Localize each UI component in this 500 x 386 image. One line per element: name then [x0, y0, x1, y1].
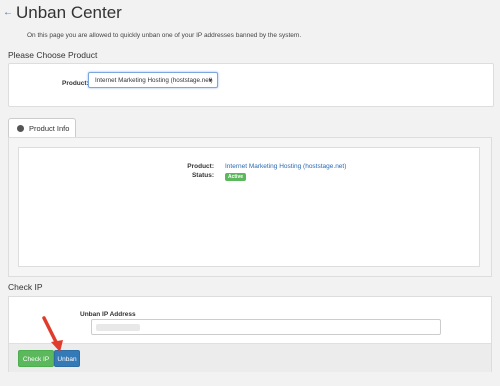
product-select-value: Internet Marketing Hosting (hoststage.ne… — [95, 77, 213, 84]
tab-product-info[interactable]: Product Info — [8, 118, 76, 138]
product-info-tab-content: Product: Internet Marketing Hosting (hos… — [8, 137, 492, 277]
info-status-label: Status: — [191, 172, 214, 179]
product-info-box: Product: Internet Marketing Hosting (hos… — [18, 147, 480, 267]
check-ip-heading: Check IP — [8, 282, 43, 292]
tab-product-info-label: Product Info — [29, 124, 70, 133]
status-badge: Active — [225, 173, 247, 181]
back-arrow-icon[interactable]: ← — [3, 8, 13, 18]
info-product-label: Product: — [187, 163, 214, 170]
globe-icon — [17, 125, 24, 132]
info-product-link[interactable]: Internet Marketing Hosting (hoststage.ne… — [225, 163, 346, 170]
caret-down-icon: ▼ — [208, 78, 213, 84]
product-select-label: Product: — [62, 80, 89, 87]
red-arrow-annotation — [42, 316, 63, 352]
unban-ip-label: Unban IP Address — [80, 311, 136, 318]
page-description: On this page you are allowed to quickly … — [27, 32, 302, 39]
page-title: Unban Center — [16, 3, 122, 22]
unban-ip-input[interactable] — [91, 319, 441, 335]
check-ip-panel: Unban IP Address Check IP Unban — [8, 296, 492, 372]
check-ip-footer: Check IP Unban — [9, 343, 491, 372]
product-select[interactable]: Internet Marketing Hosting (hoststage.ne… — [88, 72, 218, 88]
blurred-ip-value — [96, 324, 140, 331]
choose-product-heading: Please Choose Product — [8, 50, 98, 60]
